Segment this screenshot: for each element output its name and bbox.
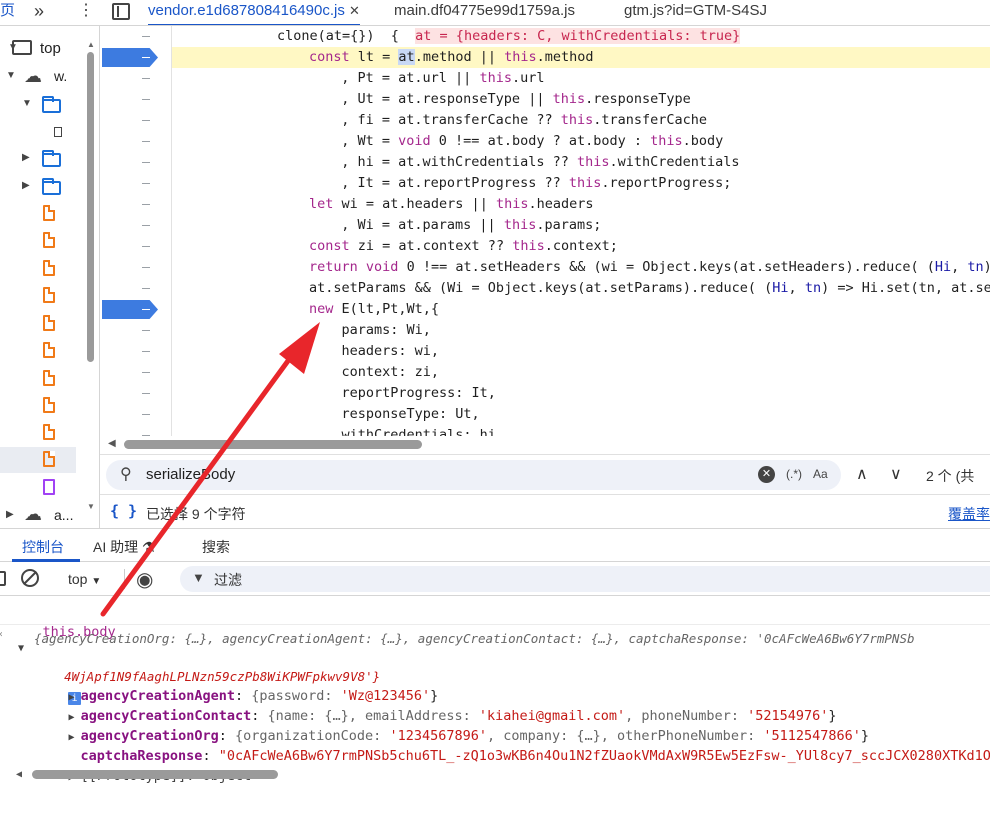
annotation-arrow — [100, 322, 320, 617]
arrow-shaft — [100, 351, 296, 617]
